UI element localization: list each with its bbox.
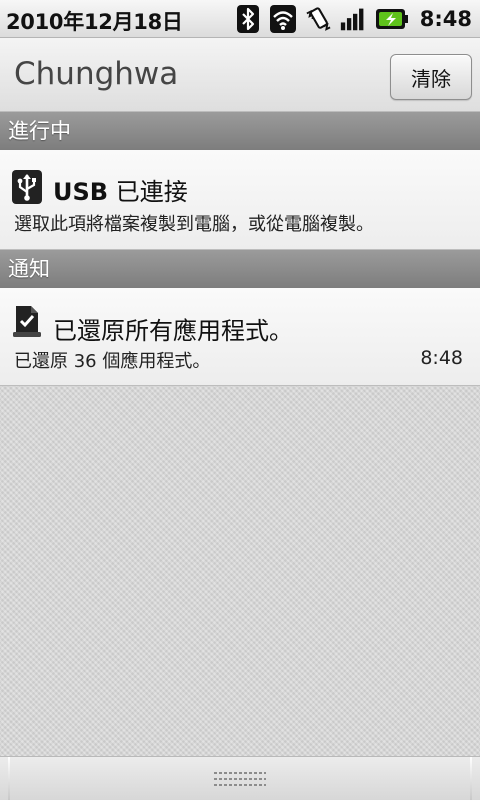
clear-button[interactable]: 清除 bbox=[390, 54, 472, 100]
restore-notification-time: 8:48 bbox=[420, 347, 463, 369]
vibrate-icon bbox=[305, 5, 331, 33]
carrier-label: Chunghwa bbox=[14, 56, 179, 92]
usb-icon bbox=[12, 170, 42, 204]
usb-notification-title: USB 已連接 bbox=[53, 172, 188, 207]
restore-notification-text: 已還原 36 個應用程式。 bbox=[14, 351, 211, 372]
notifications-section-header: 通知 bbox=[0, 250, 480, 288]
bluetooth-icon bbox=[235, 5, 261, 33]
status-bar: 2010年12月18日 8:48 bbox=[0, 0, 480, 38]
battery-charging-icon bbox=[375, 5, 409, 33]
usb-title-bold: USB bbox=[53, 178, 109, 206]
usb-title-rest: 已連接 bbox=[108, 178, 188, 206]
usb-connected-notification[interactable]: USB 已連接 選取此項將檔案複製到電腦，或從電腦複製。 bbox=[0, 150, 480, 250]
restore-complete-icon bbox=[12, 304, 42, 338]
grip-icon bbox=[214, 772, 266, 786]
usb-notification-text: 選取此項將檔案複製到電腦，或從電腦複製。 bbox=[14, 214, 374, 235]
status-date: 2010年12月18日 bbox=[6, 10, 183, 34]
restore-notification-title: 已還原所有應用程式。 bbox=[53, 317, 293, 345]
notification-shade: 2010年12月18日 8:48 Chunghwa 清除 進行中 USB 已連接… bbox=[0, 0, 480, 800]
status-time: 8:48 bbox=[419, 7, 472, 31]
signal-icon bbox=[340, 5, 366, 33]
shade-header: Chunghwa 清除 bbox=[0, 38, 480, 112]
wifi-icon bbox=[269, 5, 296, 33]
restore-notification[interactable]: 已還原所有應用程式。 已還原 36 個應用程式。 8:48 bbox=[0, 288, 480, 386]
ongoing-section-header: 進行中 bbox=[0, 112, 480, 150]
status-icons: 8:48 bbox=[235, 4, 472, 34]
shade-close-handle[interactable] bbox=[0, 756, 480, 800]
